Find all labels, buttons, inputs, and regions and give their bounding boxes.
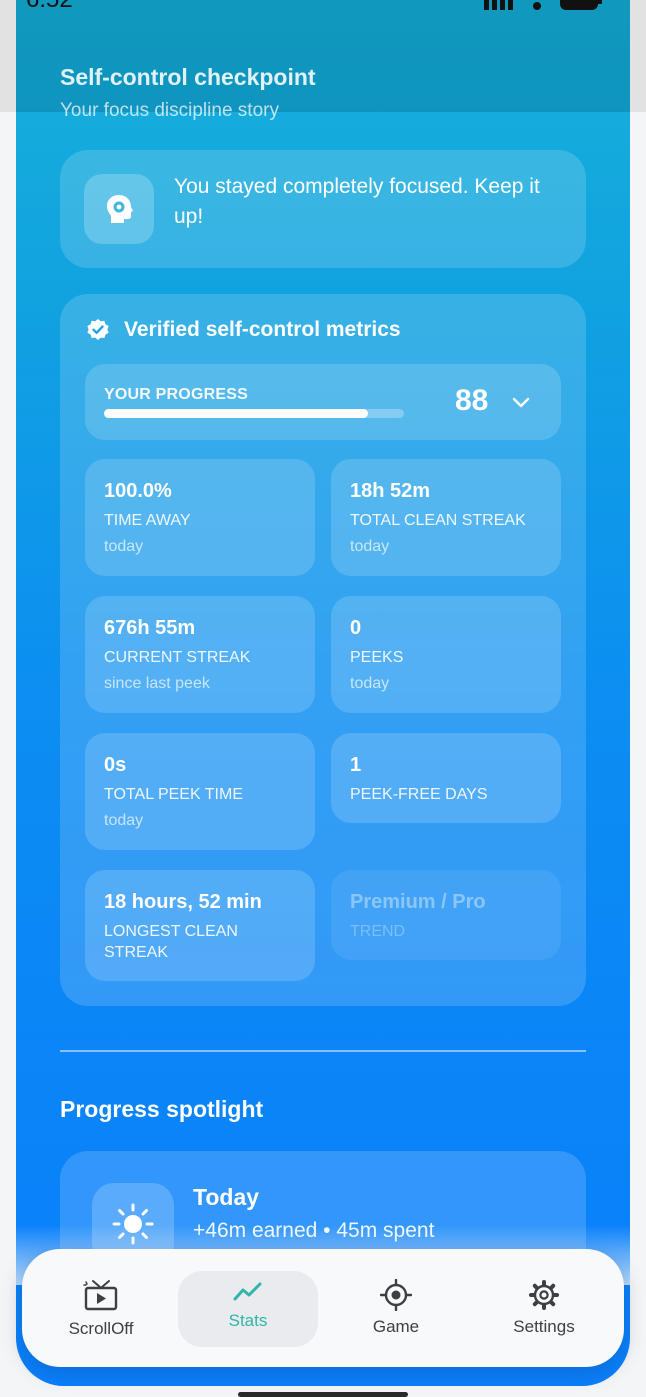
- nav-item-stats[interactable]: Stats: [178, 1271, 318, 1347]
- chevron-down-icon[interactable]: [509, 390, 533, 414]
- metric-value: 1: [350, 754, 362, 776]
- metric-tile-total-clean-streak: 18h 52m TOTAL CLEAN STREAK today: [331, 459, 561, 576]
- progress-summary[interactable]: YOUR PROGRESS 88: [85, 364, 561, 440]
- metric-subtext: today: [104, 812, 144, 829]
- metric-tile-peek-free-days: 1 PEEK-FREE DAYS: [331, 733, 561, 823]
- nav-label: ScrollOff: [68, 1319, 134, 1338]
- section-divider: [60, 1050, 586, 1052]
- metric-value: 100.0%: [104, 480, 172, 502]
- home-indicator[interactable]: [238, 1392, 408, 1397]
- wifi-icon: [533, 2, 541, 10]
- bottom-nav: ScrollOff Stats Game Settings: [22, 1249, 624, 1367]
- signal-icon: [484, 0, 513, 10]
- header-bar: [16, 0, 630, 112]
- target-icon: [380, 1279, 412, 1311]
- nav-label: Stats: [228, 1311, 268, 1330]
- tv-play-icon: [83, 1280, 118, 1311]
- page-title: Self-control checkpoint: [60, 64, 316, 90]
- battery-icon: [560, 0, 602, 10]
- metric-subtext: today: [350, 538, 390, 555]
- nav-item-settings[interactable]: Settings: [474, 1271, 614, 1347]
- metric-tile-current-streak: 676h 55m CURRENT STREAK since last peek: [85, 596, 315, 713]
- progress-bar-fill: [104, 409, 368, 418]
- metric-label: PEEKS: [350, 649, 404, 666]
- nav-label: Settings: [513, 1317, 575, 1336]
- nav-item-scrolloff[interactable]: ScrollOff: [31, 1271, 171, 1347]
- status-bar: 6:52: [0, 0, 646, 14]
- verified-badge-icon: [87, 319, 109, 340]
- status-time: 6:52: [26, 0, 73, 14]
- metric-subtext: today: [104, 538, 144, 555]
- metric-value: 676h 55m: [104, 617, 196, 639]
- spotlight-title: Progress spotlight: [60, 1096, 264, 1122]
- gear-icon: [529, 1280, 559, 1310]
- nav-label: Game: [372, 1317, 420, 1336]
- metric-tile-longest-clean-streak: 18 hours, 52 min LONGEST CLEAN STREAK: [85, 870, 315, 981]
- progress-value: 88: [455, 384, 489, 417]
- metrics-header: Verified self-control metrics: [86, 318, 401, 342]
- spotlight-day: Today: [193, 1184, 260, 1210]
- metric-subtext: since last peek: [104, 675, 210, 692]
- progress-label: YOUR PROGRESS: [104, 386, 248, 403]
- nav-item-game[interactable]: Game: [326, 1271, 466, 1347]
- metric-tile-time-away: 100.0% TIME AWAY today: [85, 459, 315, 576]
- trend-line-icon: [233, 1282, 262, 1301]
- metric-tile-peeks: 0 PEEKS today: [331, 596, 561, 713]
- metrics-card: Verified self-control metrics YOUR PROGR…: [60, 294, 586, 1006]
- metric-label: TOTAL PEEK TIME: [104, 786, 243, 803]
- metric-label: TIME AWAY: [104, 512, 191, 529]
- metric-label: TOTAL CLEAN STREAK: [350, 512, 526, 529]
- progress-bar: [104, 409, 404, 418]
- metric-value: 0: [350, 617, 362, 639]
- metric-tile-trend-locked[interactable]: Premium / Pro TREND: [331, 870, 561, 960]
- page-subtitle: Your focus discipline story: [60, 100, 279, 121]
- focus-message-card: You stayed completely focused. Keep it u…: [60, 150, 586, 268]
- status-icons: [484, 0, 602, 10]
- metric-subtext: today: [350, 675, 390, 692]
- metric-label: PEEK-FREE DAYS: [350, 786, 488, 803]
- metric-value: 18h 52m: [350, 480, 431, 502]
- head-gear-icon: [84, 174, 154, 244]
- focus-message: You stayed completely focused. Keep it u…: [174, 175, 540, 228]
- metric-label: TREND: [350, 923, 406, 940]
- metric-label: LONGEST CLEAN STREAK: [104, 923, 238, 961]
- metric-tile-total-peek-time: 0s TOTAL PEEK TIME today: [85, 733, 315, 850]
- metric-value: 18 hours, 52 min: [104, 891, 262, 913]
- metric-value: Premium / Pro: [350, 891, 486, 913]
- metric-value: 0s: [104, 754, 127, 776]
- metric-label: CURRENT STREAK: [104, 649, 251, 666]
- metrics-title: Verified self-control metrics: [124, 318, 401, 341]
- app-screen: Self-control checkpoint Your focus disci…: [16, 0, 630, 1386]
